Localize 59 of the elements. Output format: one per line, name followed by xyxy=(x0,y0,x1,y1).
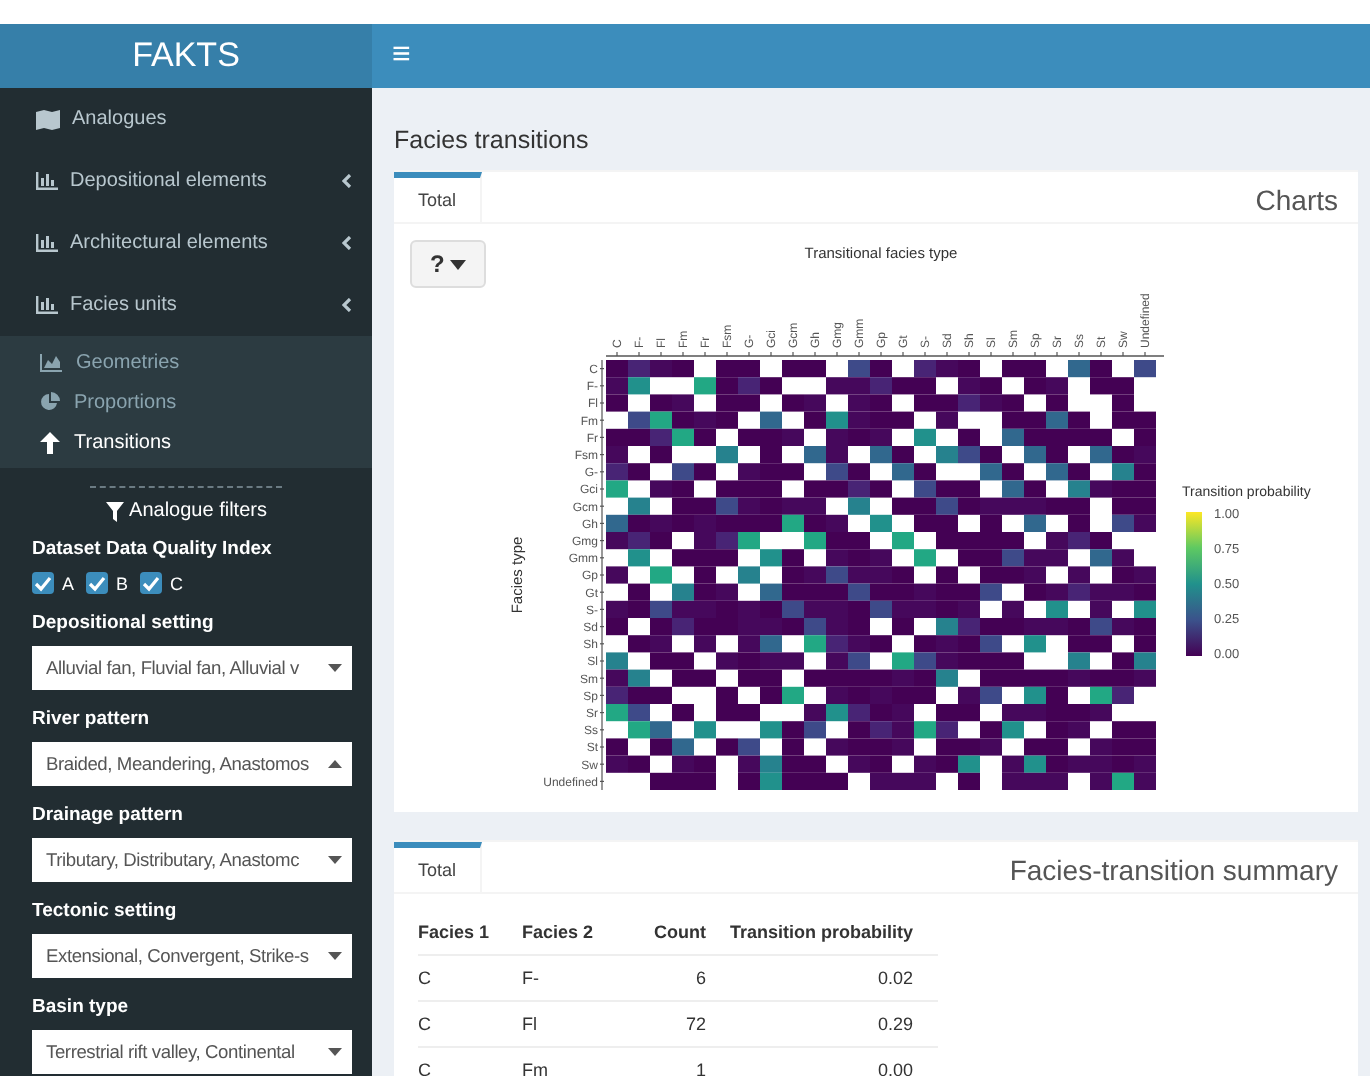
table-cell: C xyxy=(418,1001,522,1047)
column-header: Facies 1 xyxy=(418,910,522,955)
table-cell: Fl xyxy=(522,1001,626,1047)
bar-chart-icon xyxy=(36,172,58,190)
filter-label: River pattern xyxy=(30,708,152,730)
dropdown-field[interactable]: Braided, Meandering, Anastomos xyxy=(32,742,352,786)
bar-chart-icon xyxy=(36,234,58,252)
table-cell: 6 xyxy=(626,955,730,1001)
dropdown-field[interactable]: Terrestrial rift valley, Continental xyxy=(32,1030,352,1074)
page-title: Facies transitions xyxy=(394,124,591,158)
column-header: Transition probability xyxy=(730,910,938,955)
table-cell: F- xyxy=(522,955,626,1001)
help-button[interactable]: ? xyxy=(410,240,487,288)
table-cell: Fm xyxy=(522,1047,626,1076)
area-chart-icon xyxy=(40,353,62,371)
filter-label: Dataset Data Quality Index xyxy=(30,538,274,560)
filter-label: Depositional setting xyxy=(30,612,216,634)
filter-label: Drainage pattern xyxy=(30,804,185,826)
sidebar-item[interactable]: Architectural elements xyxy=(0,212,372,274)
up-arrow-icon xyxy=(40,431,60,453)
submenu-item[interactable]: Proportions xyxy=(0,382,372,422)
sidebar-item[interactable]: Depositional elements xyxy=(0,150,372,212)
column-header: Facies 2 xyxy=(522,910,626,955)
filter-icon xyxy=(105,501,124,521)
tab[interactable]: Total xyxy=(394,172,483,222)
submenu-item[interactable]: Geometries xyxy=(0,342,372,382)
bar-chart-icon xyxy=(36,296,58,314)
filter-heading: Analogue filters xyxy=(0,496,372,538)
checkbox[interactable] xyxy=(140,572,163,594)
sidebar-item[interactable]: Facies units xyxy=(0,274,372,336)
app-logo: FAKTS xyxy=(0,24,372,88)
panel-title: Charts xyxy=(1253,182,1340,220)
table-cell: 0.02 xyxy=(730,955,938,1001)
checkbox[interactable] xyxy=(32,572,54,594)
dropdown-field[interactable]: Extensional, Convergent, Strike-s xyxy=(32,934,352,978)
panel-title: Facies-transition summary xyxy=(1007,852,1340,890)
color-scale-bar xyxy=(1186,512,1203,656)
tab[interactable]: Total xyxy=(394,842,483,892)
quality-checkbox[interactable]: C xyxy=(140,572,184,594)
table-cell: C xyxy=(418,955,522,1001)
table-cell: 0.00 xyxy=(730,1047,938,1076)
filter-label: Basin type xyxy=(30,996,131,1018)
menu-button[interactable]: ≡ xyxy=(392,38,411,74)
submenu-item[interactable]: Transitions xyxy=(0,422,372,462)
checkbox[interactable] xyxy=(86,572,109,594)
dropdown-field[interactable]: Alluvial fan, Fluvial fan, Alluvial v xyxy=(32,646,352,690)
dropdown-field[interactable]: Tributary, Distributary, Anastomc xyxy=(32,838,352,882)
filter-label: Tectonic setting xyxy=(30,900,179,922)
map-icon xyxy=(36,109,60,129)
sidebar-item[interactable]: Analogues xyxy=(0,88,372,150)
pie-chart-icon xyxy=(40,392,60,412)
quality-checkbox[interactable]: A xyxy=(32,572,75,594)
caret-icon xyxy=(450,259,467,269)
table-cell: C xyxy=(418,1047,522,1076)
table-cell: 0.29 xyxy=(730,1001,938,1047)
table-cell: 1 xyxy=(626,1047,730,1076)
quality-checkbox[interactable]: B xyxy=(86,572,129,594)
table-cell: 72 xyxy=(626,1001,730,1047)
column-header: Count xyxy=(626,910,730,955)
